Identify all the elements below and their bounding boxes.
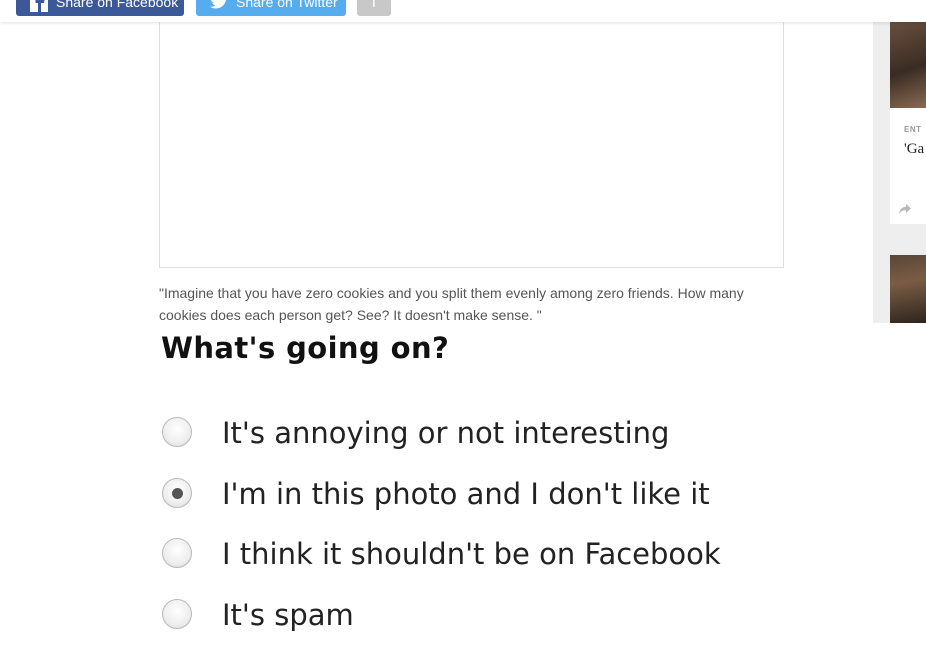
share-arrow-icon[interactable] [898, 202, 912, 216]
related-article-category: ENT [904, 125, 922, 134]
report-option-label: It's spam [222, 598, 354, 632]
report-title: What's going on? [161, 331, 450, 365]
facebook-icon [28, 0, 50, 16]
report-option-label: I think it shouldn't be on Facebook [222, 537, 721, 571]
report-option-in-photo[interactable]: I'm in this photo and I don't like it [162, 474, 782, 514]
share-facebook-button[interactable]: Share on Facebook [16, 0, 184, 16]
report-option-label: I'm in this photo and I don't like it [222, 477, 710, 511]
related-article-thumbnail[interactable] [890, 255, 926, 323]
twitter-icon [208, 0, 230, 16]
embedded-media-frame [159, 16, 784, 268]
related-sidebar: ENT 'Ga on [873, 22, 926, 323]
radio-button[interactable] [162, 417, 192, 447]
share-more-label: f [371, 0, 377, 11]
related-article-thumbnail[interactable] [890, 22, 926, 108]
related-article-title[interactable]: 'Ga on [904, 140, 926, 159]
report-option-annoying[interactable]: It's annoying or not interesting [162, 413, 782, 453]
report-option-not-on-facebook[interactable]: I think it shouldn't be on Facebook [162, 534, 782, 574]
image-caption: "Imagine that you have zero cookies and … [159, 285, 744, 323]
related-article-card[interactable]: ENT 'Ga on [890, 22, 926, 224]
radio-selected-dot [172, 488, 183, 499]
radio-button-selected[interactable] [162, 478, 192, 508]
share-toolbar: Share on Facebook Share on Twitter f [0, 0, 926, 22]
report-option-spam[interactable]: It's spam [162, 595, 782, 635]
share-facebook-label: Share on Facebook [56, 0, 179, 10]
share-more-button[interactable]: f [357, 0, 391, 16]
share-twitter-button[interactable]: Share on Twitter [196, 0, 346, 16]
report-option-label: It's annoying or not interesting [222, 416, 670, 450]
radio-button[interactable] [162, 599, 192, 629]
share-twitter-label: Share on Twitter [236, 0, 338, 10]
page: Share on Facebook Share on Twitter f "Im… [0, 0, 926, 647]
radio-button[interactable] [162, 538, 192, 568]
